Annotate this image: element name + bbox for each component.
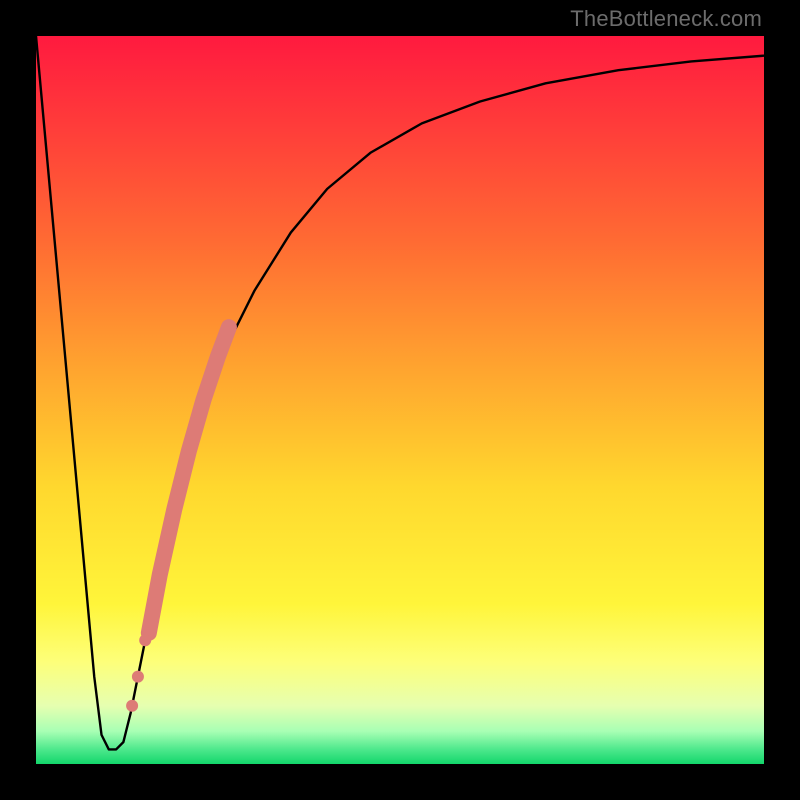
highlight-dot	[126, 700, 138, 712]
chart-svg	[36, 36, 764, 764]
highlight-dot	[132, 671, 144, 683]
highlight-dots	[126, 634, 151, 712]
plot-area	[36, 36, 764, 764]
highlight-dot	[139, 634, 151, 646]
chart-frame: TheBottleneck.com	[0, 0, 800, 800]
highlight-segment	[149, 327, 229, 633]
watermark-text: TheBottleneck.com	[570, 6, 762, 32]
